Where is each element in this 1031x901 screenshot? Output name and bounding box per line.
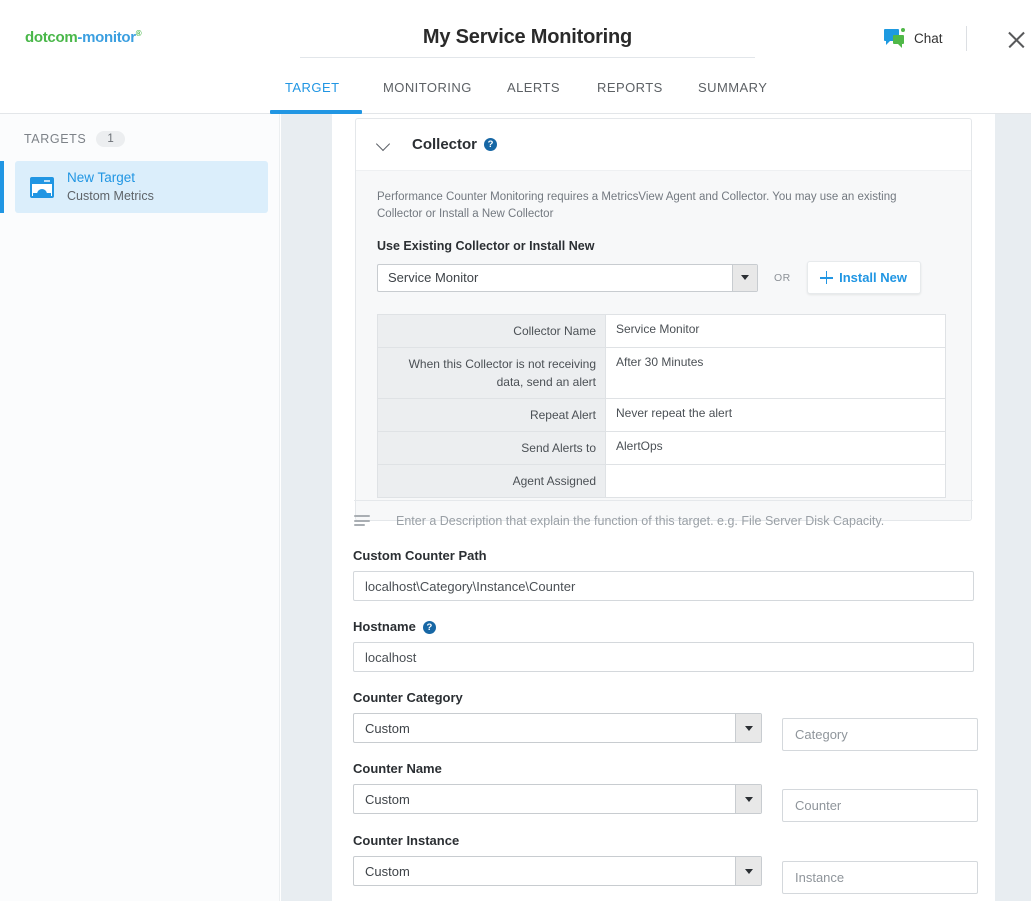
- chat-button[interactable]: Chat: [884, 28, 943, 48]
- table-row: Agent Assigned: [377, 464, 946, 499]
- detail-key: Send Alerts to: [377, 431, 606, 466]
- header-divider: [966, 26, 967, 51]
- detail-value: Service Monitor: [605, 314, 946, 349]
- hostname-label-wrap: Hostname?: [353, 619, 974, 634]
- field-group-counter-path: Custom Counter Path localhost\Category\I…: [353, 548, 974, 601]
- brand-logo[interactable]: dotcom-monitor®: [25, 29, 142, 46]
- chevron-down-icon[interactable]: [735, 857, 761, 885]
- help-icon[interactable]: ?: [422, 621, 436, 634]
- tab-bar: TARGET MONITORING ALERTS REPORTS SUMMARY: [0, 70, 1031, 114]
- left-gutter: [281, 114, 332, 901]
- install-new-button-label: Install New: [839, 270, 908, 286]
- collector-card: Collector ? Performance Counter Monitori…: [355, 118, 972, 522]
- or-separator-label: OR: [774, 271, 791, 284]
- chat-bubble-icon: [884, 28, 906, 48]
- detail-key: Repeat Alert: [377, 398, 606, 433]
- hostname-input[interactable]: localhost: [353, 642, 974, 672]
- collector-select-label: Use Existing Collector or Install New: [377, 239, 595, 254]
- plus-icon: [820, 271, 834, 285]
- top-header-bar: dotcom-monitor® My Service Monitoring Ch…: [0, 0, 1031, 68]
- detail-value: AlertOps: [605, 431, 946, 466]
- collector-card-header[interactable]: Collector ?: [356, 119, 971, 171]
- tab-target[interactable]: TARGET: [285, 80, 339, 111]
- counter-category-select-value: Custom: [365, 720, 410, 736]
- brand-logo-registered: ®: [135, 29, 142, 38]
- table-row: Repeat Alert Never repeat the alert: [377, 398, 946, 433]
- sidebar-item-new-target[interactable]: New Target Custom Metrics: [0, 161, 268, 213]
- chat-button-label: Chat: [914, 30, 943, 46]
- targets-section-label: TARGETS: [24, 132, 87, 146]
- tab-monitoring[interactable]: MONITORING: [383, 80, 472, 111]
- tab-summary[interactable]: SUMMARY: [698, 80, 767, 111]
- counter-path-input[interactable]: localhost\Category\Instance\Counter: [353, 571, 974, 601]
- counter-name-select[interactable]: Custom: [353, 784, 762, 814]
- counter-instance-label: Counter Instance: [353, 833, 460, 848]
- close-icon[interactable]: [1005, 29, 1031, 55]
- detail-value: Never repeat the alert: [605, 398, 946, 433]
- chevron-down-icon[interactable]: [735, 785, 761, 813]
- field-group-counter-category: Counter Category Custom Category: [353, 690, 978, 751]
- counter-instance-select[interactable]: Custom: [353, 856, 762, 886]
- collector-select[interactable]: Service Monitor: [377, 263, 758, 292]
- selected-accent-bar: [0, 161, 4, 213]
- tab-alerts[interactable]: ALERTS: [507, 80, 560, 111]
- collector-card-body: Performance Counter Monitoring requires …: [356, 171, 971, 521]
- counter-instance-text-input[interactable]: Instance: [782, 861, 978, 894]
- detail-value: [605, 464, 946, 499]
- counter-name-text-input[interactable]: Counter: [782, 789, 978, 822]
- right-gutter: [995, 114, 1031, 901]
- counter-name-select-value: Custom: [365, 791, 410, 807]
- detail-key: Collector Name: [377, 314, 606, 349]
- table-row: When this Collector is not receiving dat…: [377, 347, 946, 400]
- target-window-icon: [30, 176, 54, 198]
- description-lines-icon: [354, 515, 370, 527]
- targets-count-badge: 1: [96, 131, 125, 147]
- field-group-hostname: Hostname? localhost: [353, 619, 974, 672]
- table-row: Collector Name Service Monitor: [377, 314, 946, 349]
- sidebar-item-title: New Target: [67, 170, 136, 186]
- collector-description: Performance Counter Monitoring requires …: [377, 191, 897, 220]
- counter-category-label: Counter Category: [353, 690, 463, 705]
- hostname-label: Hostname: [353, 619, 416, 634]
- brand-logo-part1: dotcom: [25, 29, 78, 46]
- page-title: My Service Monitoring: [422, 26, 633, 48]
- targets-sidebar: TARGETS 1 New Target Custom Metrics: [0, 114, 280, 901]
- chevron-down-icon[interactable]: [732, 264, 757, 291]
- counter-path-label: Custom Counter Path: [353, 548, 487, 563]
- counter-category-select[interactable]: Custom: [353, 713, 762, 743]
- chevron-down-icon[interactable]: [377, 138, 390, 151]
- field-group-counter-name: Counter Name Custom Counter: [353, 761, 978, 822]
- sidebar-item-subtitle: Custom Metrics: [67, 188, 154, 203]
- targets-section-header: TARGETS 1: [24, 131, 125, 147]
- collector-select-row: Service Monitor OR Install New: [377, 261, 950, 295]
- detail-key: Agent Assigned: [377, 464, 606, 499]
- collector-section-title: Collector: [412, 136, 478, 153]
- counter-instance-select-value: Custom: [365, 863, 410, 879]
- main-content-panel: Collector ? Performance Counter Monitori…: [332, 114, 995, 901]
- description-row[interactable]: Enter a Description that explain the fun…: [354, 514, 884, 528]
- collector-select-value: Service Monitor: [388, 270, 479, 286]
- collector-details-table: Collector Name Service Monitor When this…: [377, 314, 946, 499]
- description-placeholder: Enter a Description that explain the fun…: [396, 514, 885, 528]
- field-group-counter-instance: Counter Instance Custom Instance: [353, 833, 978, 894]
- title-underline: [300, 57, 755, 58]
- detail-key: When this Collector is not receiving dat…: [377, 347, 606, 400]
- tab-reports[interactable]: REPORTS: [597, 80, 663, 111]
- install-new-button[interactable]: Install New: [806, 261, 921, 295]
- counter-category-text-input[interactable]: Category: [782, 718, 978, 751]
- counter-name-label: Counter Name: [353, 761, 442, 776]
- section-divider: [354, 500, 973, 501]
- help-icon[interactable]: ?: [484, 138, 498, 151]
- detail-value: After 30 Minutes: [605, 347, 946, 400]
- brand-logo-part2: -monitor: [77, 29, 136, 46]
- table-row: Send Alerts to AlertOps: [377, 431, 946, 466]
- tab-active-indicator: [270, 110, 362, 114]
- chevron-down-icon[interactable]: [735, 714, 761, 742]
